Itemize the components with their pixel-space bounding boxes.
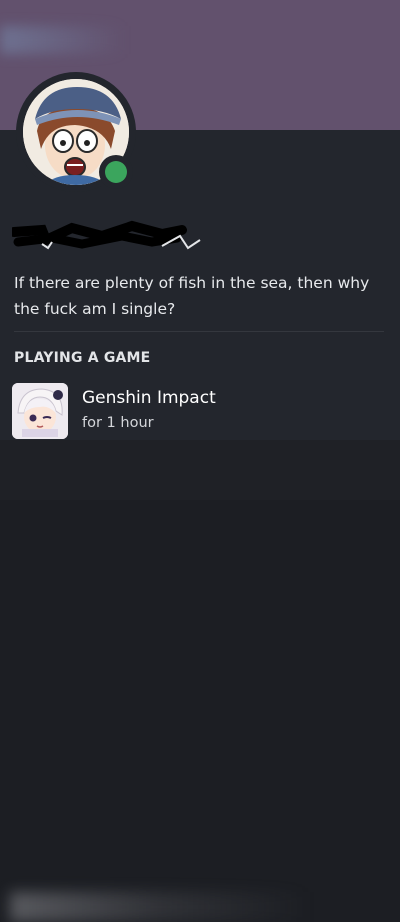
genshin-impact-game-icon[interactable] xyxy=(12,383,68,439)
activity-section-title: PLAYING A GAME xyxy=(14,350,151,366)
section-divider xyxy=(14,331,384,332)
game-name: Genshin Impact xyxy=(82,388,216,408)
about-me-text: If there are plenty of fish in the sea, … xyxy=(14,270,386,322)
bio-line-1: If there are plenty of fish in the sea, … xyxy=(14,274,370,292)
game-play-duration: for 1 hour xyxy=(82,415,154,431)
bottom-blur-artifact xyxy=(10,892,310,922)
online-status-indicator xyxy=(105,161,127,183)
scribble-redaction-icon xyxy=(9,220,201,250)
banner-blur-artifact xyxy=(0,26,125,54)
paimon-icon xyxy=(12,383,68,439)
bio-line-2: the fuck am I single? xyxy=(14,300,176,318)
username-redacted xyxy=(9,218,202,254)
bottom-blurred-area xyxy=(0,440,400,922)
